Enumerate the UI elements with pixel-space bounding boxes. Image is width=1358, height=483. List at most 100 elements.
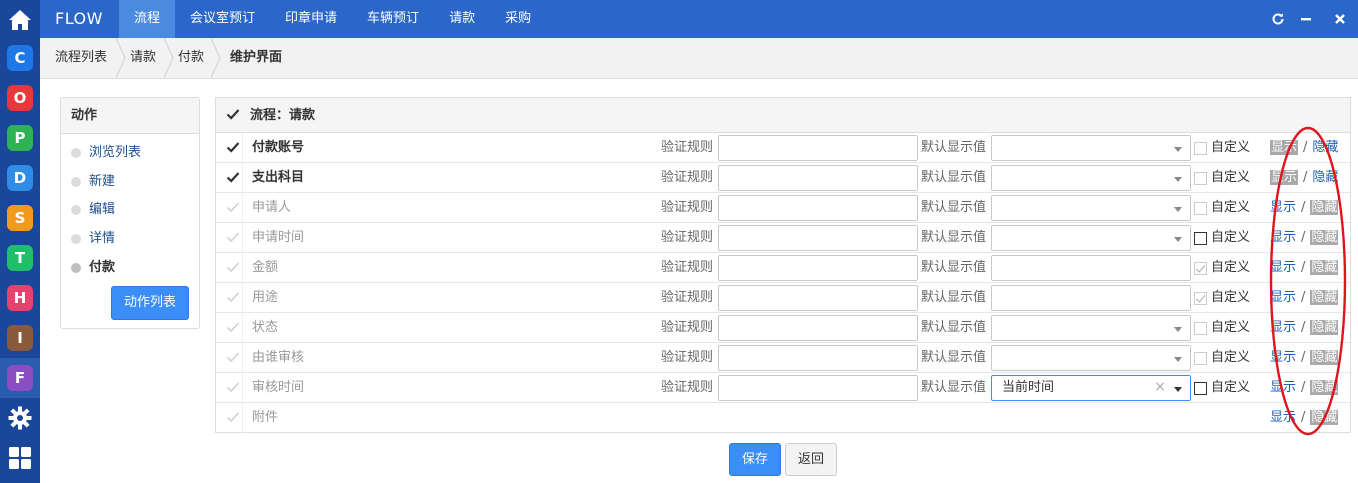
default-value-select[interactable] xyxy=(991,315,1191,341)
show-link[interactable]: 显示 xyxy=(1270,170,1299,185)
custom-checkbox[interactable] xyxy=(1194,202,1207,215)
field-name: 金额 xyxy=(252,260,279,275)
action-item[interactable]: 详情 xyxy=(71,229,115,249)
rail-app-o-button[interactable]: O xyxy=(0,78,40,118)
show-link[interactable]: 显示 xyxy=(1270,140,1299,155)
show-link[interactable]: 显示 xyxy=(1270,380,1296,395)
rail-app-p-button[interactable]: P xyxy=(0,118,40,158)
show-link[interactable]: 显示 xyxy=(1270,290,1296,305)
check-icon[interactable] xyxy=(226,350,240,364)
column-divider xyxy=(242,253,243,283)
custom-checkbox[interactable] xyxy=(1194,322,1207,335)
table-row: 金额 验证规则 默认显示值 自定义 显示 / 隐藏 xyxy=(216,253,1350,283)
hide-link[interactable]: 隐藏 xyxy=(1310,230,1339,245)
action-item[interactable]: 编辑 xyxy=(71,200,115,220)
default-value-select[interactable] xyxy=(991,165,1191,191)
field-name: 申请时间 xyxy=(252,230,305,245)
check-icon[interactable] xyxy=(226,320,240,334)
rail-app-i-button[interactable]: I xyxy=(0,318,40,358)
validation-input[interactable] xyxy=(718,135,918,161)
default-value-input[interactable] xyxy=(991,255,1191,281)
column-divider xyxy=(242,163,243,193)
nav-tab-4[interactable]: 请款 xyxy=(434,0,490,38)
custom-checkbox[interactable] xyxy=(1194,142,1207,155)
rail-app-d-button[interactable]: D xyxy=(0,158,40,198)
show-link[interactable]: 显示 xyxy=(1270,200,1296,215)
custom-checkbox[interactable] xyxy=(1194,292,1207,305)
show-link[interactable]: 显示 xyxy=(1270,260,1296,275)
validation-input[interactable] xyxy=(718,225,918,251)
validation-input[interactable] xyxy=(718,195,918,221)
show-link[interactable]: 显示 xyxy=(1270,230,1296,245)
breadcrumb-item-flow-list[interactable]: 流程列表 xyxy=(55,38,107,78)
rail-grid-button[interactable] xyxy=(0,438,40,478)
hide-link[interactable]: 隐藏 xyxy=(1310,350,1339,365)
validation-input[interactable] xyxy=(718,165,918,191)
show-link[interactable]: 显示 xyxy=(1270,410,1296,425)
nav-tab-2[interactable]: 印章申请 xyxy=(270,0,352,38)
default-value-select[interactable] xyxy=(991,345,1191,371)
check-icon[interactable] xyxy=(226,380,240,394)
hide-link[interactable]: 隐藏 xyxy=(1310,380,1339,395)
show-link[interactable]: 显示 xyxy=(1270,320,1296,335)
check-icon[interactable] xyxy=(226,290,240,304)
custom-checkbox[interactable] xyxy=(1194,232,1207,245)
hide-link[interactable]: 隐藏 xyxy=(1312,140,1338,155)
custom-checkbox[interactable] xyxy=(1194,262,1207,275)
validation-input[interactable] xyxy=(718,315,918,341)
custom-checkbox[interactable] xyxy=(1194,172,1207,185)
column-divider xyxy=(242,133,243,163)
check-icon[interactable] xyxy=(226,230,240,244)
validation-label: 验证规则 xyxy=(661,260,714,275)
rail-app-h-button[interactable]: H xyxy=(0,278,40,318)
check-icon[interactable] xyxy=(226,260,240,274)
close-icon[interactable] xyxy=(1327,0,1353,38)
action-item[interactable]: 付款 xyxy=(71,258,115,278)
brand-logo[interactable]: FLOW xyxy=(55,0,103,38)
refresh-icon[interactable] xyxy=(1265,0,1291,38)
action-list-button[interactable]: 动作列表 xyxy=(111,286,189,320)
default-value-select[interactable] xyxy=(991,225,1191,251)
nav-tab-0[interactable]: 流程 xyxy=(119,0,176,38)
check-icon[interactable] xyxy=(226,107,240,121)
action-item[interactable]: 新建 xyxy=(71,172,115,192)
default-value-select[interactable] xyxy=(991,135,1191,161)
nav-tab-5[interactable]: 采购 xyxy=(490,0,546,38)
hide-link[interactable]: 隐藏 xyxy=(1310,200,1339,215)
check-icon[interactable] xyxy=(226,410,240,424)
hide-link[interactable]: 隐藏 xyxy=(1310,260,1339,275)
rail-home-button[interactable] xyxy=(0,0,40,40)
rail-app-f-button[interactable]: F xyxy=(0,358,40,398)
action-item-label: 新建 xyxy=(89,174,116,189)
hide-link[interactable]: 隐藏 xyxy=(1310,320,1339,335)
validation-input[interactable] xyxy=(718,285,918,311)
nav-tab-3[interactable]: 车辆预订 xyxy=(352,0,434,38)
validation-input[interactable] xyxy=(718,375,918,401)
save-button[interactable]: 保存 xyxy=(729,443,781,476)
rail-app-s-button[interactable]: S xyxy=(0,198,40,238)
rail-app-c-button[interactable]: C xyxy=(0,38,40,78)
nav-tab-1[interactable]: 会议室预订 xyxy=(175,0,270,38)
hide-link[interactable]: 隐藏 xyxy=(1312,170,1338,185)
clear-icon[interactable]: × xyxy=(1154,376,1166,398)
custom-checkbox[interactable] xyxy=(1194,382,1207,395)
show-link[interactable]: 显示 xyxy=(1270,350,1296,365)
custom-checkbox[interactable] xyxy=(1194,352,1207,365)
default-value-select[interactable] xyxy=(991,195,1191,221)
check-icon[interactable] xyxy=(226,170,240,184)
validation-input[interactable] xyxy=(718,345,918,371)
default-value-input[interactable] xyxy=(991,285,1191,311)
check-icon[interactable] xyxy=(226,200,240,214)
rail-gear-button[interactable] xyxy=(0,398,40,438)
action-item[interactable]: 浏览列表 xyxy=(71,143,141,163)
check-icon[interactable] xyxy=(226,140,240,154)
default-value-select[interactable]: 当前时间 × xyxy=(991,375,1191,401)
breadcrumb-item-qingkuan[interactable]: 请款 xyxy=(130,38,156,78)
hide-link[interactable]: 隐藏 xyxy=(1310,410,1339,425)
rail-app-t-button[interactable]: T xyxy=(0,238,40,278)
minimize-icon[interactable] xyxy=(1293,0,1319,38)
hide-link[interactable]: 隐藏 xyxy=(1310,290,1339,305)
breadcrumb-item-fukuan[interactable]: 付款 xyxy=(178,38,204,78)
validation-input[interactable] xyxy=(718,255,918,281)
back-button[interactable]: 返回 xyxy=(785,443,837,476)
